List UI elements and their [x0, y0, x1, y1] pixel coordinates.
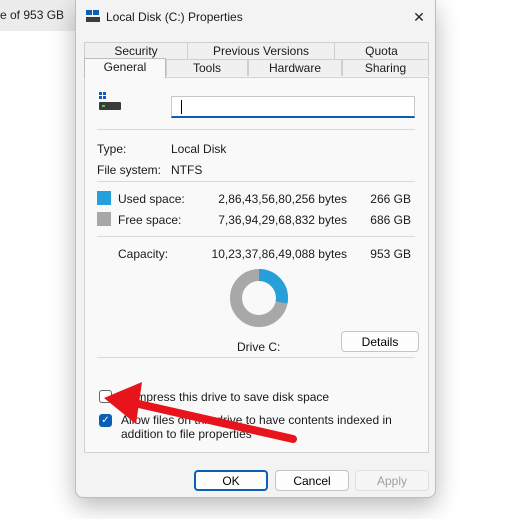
- capacity-label: Capacity:: [118, 247, 169, 261]
- tab-label: Tools: [192, 61, 221, 75]
- properties-dialog: Local Disk (C:) Properties ✕ Security Pr…: [75, 0, 436, 498]
- close-button[interactable]: ✕: [403, 0, 435, 34]
- capacity-gb: 953 GB: [370, 247, 411, 261]
- apply-button[interactable]: Apply: [355, 470, 429, 491]
- type-label: Type:: [97, 142, 127, 156]
- index-checkbox[interactable]: ✓: [99, 414, 112, 427]
- divider: [97, 129, 415, 130]
- free-space-swatch: [97, 212, 111, 226]
- dialog-title: Local Disk (C:) Properties: [106, 10, 243, 24]
- tab-security[interactable]: Security: [84, 42, 188, 59]
- file-system-label: File system:: [97, 163, 162, 177]
- background-fragment-text: e of 953 GB: [0, 8, 65, 22]
- file-system-value: NTFS: [171, 163, 203, 177]
- compress-label: Compress this drive to save disk space: [121, 390, 330, 404]
- tab-label: Security: [114, 44, 158, 58]
- tab-sharing[interactable]: Sharing: [342, 59, 429, 76]
- ok-button[interactable]: OK: [194, 470, 268, 491]
- tab-label: Previous Versions: [212, 44, 310, 58]
- used-space-label: Used space:: [118, 192, 185, 206]
- used-space-gb: 266 GB: [370, 192, 411, 206]
- free-space-bytes: 7,36,94,29,68,832 bytes: [218, 213, 347, 227]
- capacity-bytes: 10,23,37,86,49,088 bytes: [211, 247, 347, 261]
- close-icon: ✕: [413, 8, 425, 25]
- free-space-label: Free space:: [118, 213, 182, 227]
- text-caret: [181, 100, 182, 114]
- drive-icon: [99, 92, 121, 110]
- tab-label: Hardware: [268, 61, 322, 75]
- drive-icon: [86, 10, 100, 22]
- tab-strip: Security Previous Versions Quota General…: [84, 42, 429, 78]
- title-bar[interactable]: Local Disk (C:) Properties ✕: [76, 0, 435, 34]
- compress-checkbox[interactable]: [99, 390, 112, 403]
- tab-label: Quota: [365, 44, 398, 58]
- used-space-bytes: 2,86,43,56,80,256 bytes: [218, 192, 347, 206]
- cancel-button[interactable]: Cancel: [275, 470, 349, 491]
- tab-label: Sharing: [364, 61, 407, 75]
- disk-usage-donut: [230, 269, 288, 327]
- background-window-fragment: e of 953 GB: [0, 0, 78, 31]
- free-space-gb: 686 GB: [370, 213, 411, 227]
- tab-general[interactable]: General: [84, 58, 166, 78]
- drive-label: Drive C:: [237, 340, 281, 354]
- details-button[interactable]: Details: [341, 331, 419, 352]
- index-label: Allow files on this drive to have conten…: [121, 413, 392, 441]
- type-value: Local Disk: [171, 142, 227, 156]
- divider: [97, 357, 415, 358]
- tab-label: General: [103, 60, 147, 74]
- volume-label-input[interactable]: [171, 96, 415, 118]
- tab-quota[interactable]: Quota: [334, 42, 429, 59]
- checkmark-icon: ✓: [101, 415, 110, 426]
- general-panel: Type: Local Disk File system: NTFS Used …: [84, 77, 429, 453]
- tab-tools[interactable]: Tools: [166, 59, 248, 76]
- divider: [97, 236, 415, 237]
- divider: [97, 181, 415, 182]
- tab-hardware[interactable]: Hardware: [248, 59, 342, 76]
- tab-previous-versions[interactable]: Previous Versions: [187, 42, 335, 59]
- used-space-swatch: [97, 191, 111, 205]
